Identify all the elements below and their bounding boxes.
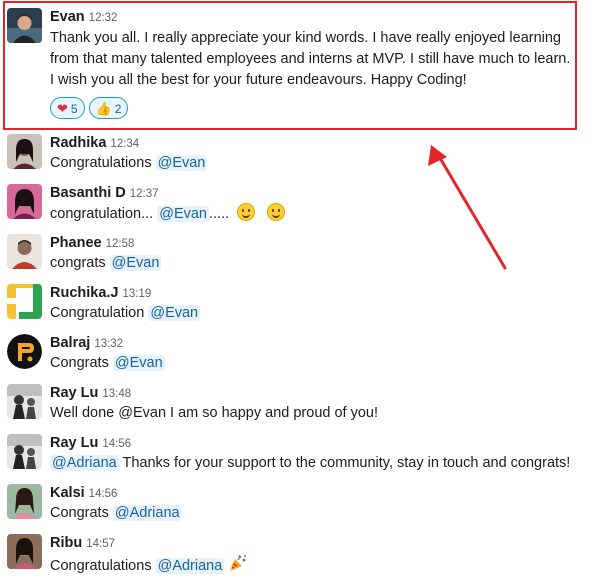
party-popper-icon (228, 553, 248, 580)
timestamp[interactable]: 12:58 (106, 238, 135, 250)
mention[interactable]: @Evan (155, 155, 208, 171)
timestamp[interactable]: 12:37 (130, 188, 159, 200)
text-segment: Congrats (50, 505, 113, 521)
text-segment: Congrats (50, 355, 113, 371)
timestamp[interactable]: 13:19 (123, 288, 152, 300)
avatar[interactable] (7, 484, 42, 519)
avatar[interactable] (7, 384, 42, 419)
message-header: Basanthi D 12:37 (50, 184, 159, 202)
author-name[interactable]: Ribu (50, 535, 82, 551)
highlight-box (3, 1, 577, 130)
timestamp[interactable]: 13:48 (102, 388, 131, 400)
smile-emoji-icon (237, 203, 256, 221)
text-segment: congratulation... (50, 206, 158, 222)
message-text: congratulation... @Evan..... (50, 203, 289, 225)
author-name[interactable]: Kalsi (50, 485, 85, 501)
message-text: Congrats @Adriana (50, 503, 182, 524)
mention[interactable]: @Evan (109, 255, 162, 271)
message-header: Radhika 12:34 (50, 134, 139, 152)
text-segment: Congratulation (50, 305, 149, 321)
avatar[interactable] (7, 284, 42, 319)
text-segment: Congratulations (50, 155, 156, 171)
author-name[interactable]: Ray Lu (50, 385, 98, 401)
avatar[interactable] (7, 184, 42, 219)
avatar[interactable] (7, 434, 42, 469)
timestamp[interactable]: 14:56 (89, 488, 118, 500)
text-segment: ..... (209, 206, 230, 222)
message-header: Ray Lu 13:48 (50, 384, 131, 402)
message-header: Ruchika.J 13:19 (50, 284, 151, 302)
text-segment: congrats (50, 255, 110, 271)
author-name[interactable]: Basanthi D (50, 185, 126, 201)
author-name[interactable]: Radhika (50, 135, 106, 151)
timestamp[interactable]: 13:32 (94, 338, 123, 350)
text-segment: Thanks for your support to the community… (118, 455, 571, 471)
message-text: Congratulations @Adriana (50, 553, 248, 580)
text-segment: Congratulations (50, 558, 156, 574)
mention[interactable]: @Evan (157, 206, 209, 222)
avatar[interactable] (7, 334, 42, 369)
message-header: Balraj 13:32 (50, 334, 123, 352)
message-header: Phanee 12:58 (50, 234, 134, 252)
avatar[interactable] (7, 534, 42, 569)
mention[interactable]: @Adriana (112, 505, 182, 521)
timestamp[interactable]: 12:34 (110, 138, 139, 150)
message-text: Congratulation @Evan (50, 303, 201, 324)
message-header: Ribu 14:57 (50, 534, 115, 552)
author-name[interactable]: Ruchika.J (50, 285, 119, 301)
author-name[interactable]: Balraj (50, 335, 90, 351)
message-text: congrats @Evan (50, 253, 162, 274)
avatar[interactable] (7, 134, 42, 169)
message-header: Ray Lu 14:56 (50, 434, 131, 452)
timestamp[interactable]: 14:57 (86, 538, 115, 550)
author-name[interactable]: Phanee (50, 235, 102, 251)
avatar[interactable] (7, 234, 42, 269)
message-text: Well done @Evan I am so happy and proud … (50, 405, 379, 421)
timestamp[interactable]: 14:56 (102, 438, 131, 450)
author-name[interactable]: Ray Lu (50, 435, 98, 451)
mention[interactable]: @Adriana (50, 455, 119, 471)
mention[interactable]: @Adriana (155, 558, 225, 574)
message-header: Kalsi 14:56 (50, 484, 117, 502)
smile-emoji-icon (267, 203, 286, 221)
message-text: @Adriana Thanks for your support to the … (50, 453, 570, 474)
mention[interactable]: @Evan (148, 305, 201, 321)
message-text: Congrats @Evan (50, 353, 165, 374)
mention[interactable]: @Evan (112, 355, 165, 371)
message-text: Congratulations @Evan (50, 153, 208, 174)
